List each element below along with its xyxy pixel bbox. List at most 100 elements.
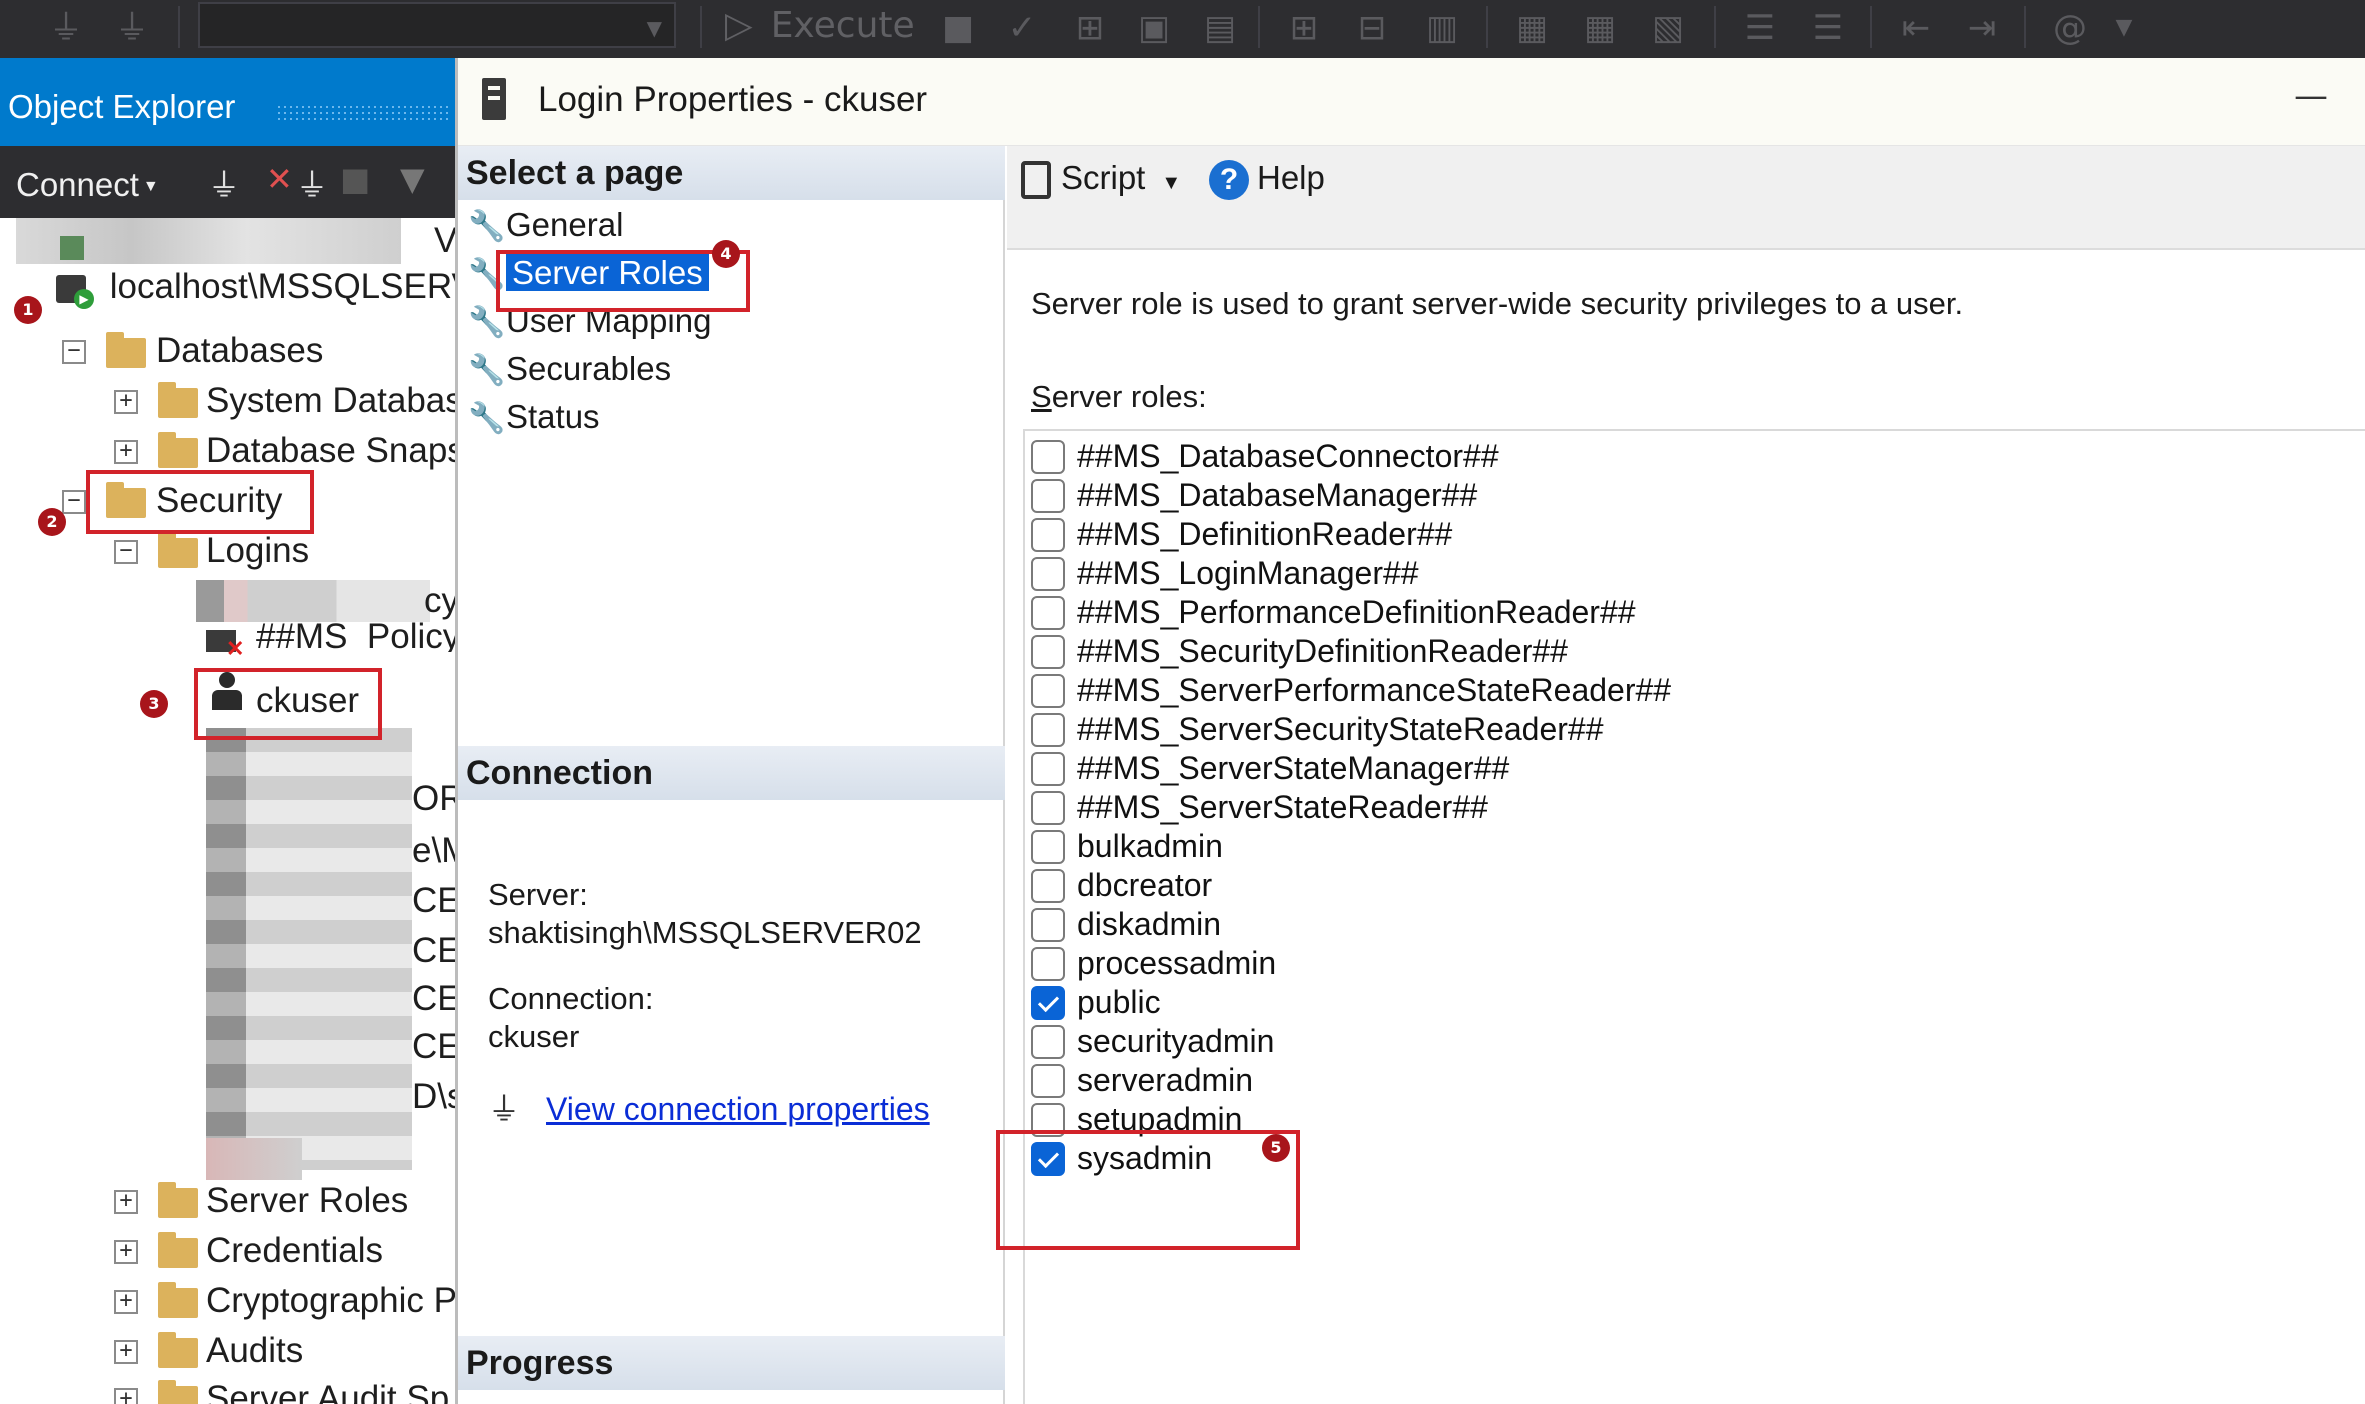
client-stats-icon[interactable]: ▥ [1420, 6, 1464, 50]
tree-node-database-snapshots[interactable]: Database Snaps [206, 428, 455, 474]
grid-icon[interactable]: ▦ [1578, 6, 1622, 50]
execute-button[interactable]: ▷ Execute [725, 4, 915, 48]
stop-icon[interactable]: ■ [936, 6, 980, 50]
folder-icon [158, 432, 198, 468]
annotation-badge: 2 [38, 508, 66, 536]
file-icon[interactable]: ▧ [1646, 6, 1690, 50]
login-policy[interactable]: ##MS_Policy [256, 622, 455, 652]
collapse-icon[interactable]: − [62, 490, 86, 514]
plug-icon[interactable]: ⏚ [44, 6, 88, 50]
tree-node-server[interactable]: ▶ localhost\MSSQLSERV [56, 264, 455, 310]
plug-icon[interactable]: ⏚ [296, 160, 328, 206]
obscured-node-suffix: V [434, 221, 455, 260]
connection-header: Connection [458, 746, 1005, 800]
template-params-icon[interactable]: @ [2048, 6, 2092, 50]
stats-icon[interactable]: ⊟ [1350, 6, 1394, 50]
annotation-box-security [86, 470, 314, 534]
indent-icon[interactable]: ⇥ [1960, 6, 2004, 50]
wrench-icon: 🔧 [468, 402, 506, 435]
collapse-icon[interactable]: − [114, 540, 138, 564]
role-checkbox[interactable] [1031, 869, 1065, 903]
expand-icon[interactable]: + [114, 1290, 138, 1314]
obscured-node [60, 236, 84, 260]
parse-check-icon[interactable]: ✓ [1000, 6, 1044, 50]
expand-icon[interactable]: + [114, 440, 138, 464]
expand-icon[interactable]: + [114, 1340, 138, 1364]
collapse-icon[interactable]: − [62, 340, 86, 364]
role-checkbox[interactable] [1031, 1064, 1065, 1098]
role-checkbox[interactable] [1031, 752, 1065, 786]
chevron-down-icon: ▼ [142, 178, 159, 196]
tree-node-credentials[interactable]: Credentials [206, 1228, 383, 1274]
role-label: ##MS_DatabaseConnector## [1077, 438, 1499, 474]
view-connection-properties[interactable]: ⏚ View connection properties [488, 1084, 930, 1130]
page-securables[interactable]: 🔧Securables [468, 346, 671, 392]
annotation-badge: 5 [1262, 1134, 1290, 1162]
results-grid-icon[interactable]: ▣ [1132, 6, 1176, 50]
role-checkbox[interactable] [1031, 674, 1065, 708]
database-combo[interactable]: ▼ [198, 2, 676, 48]
disconnect-icon[interactable]: ⏚ [110, 6, 154, 50]
stop-icon[interactable]: ■ [340, 160, 370, 198]
page-general[interactable]: 🔧General [468, 202, 623, 248]
role-checkbox[interactable] [1031, 947, 1065, 981]
toolbar-overflow-icon[interactable]: ▼ [2102, 6, 2146, 50]
role-label: ##MS_ServerSecurityStateReader## [1077, 711, 1604, 747]
plug-icon[interactable]: ⏚ [208, 160, 240, 206]
results-file-icon[interactable]: ▤ [1198, 6, 1242, 50]
disconnect-icon[interactable]: ✕ [266, 160, 293, 198]
role-label: serveradmin [1077, 1062, 1254, 1098]
results-text-icon[interactable]: ▦ [1510, 6, 1554, 50]
role-checkbox[interactable] [1031, 791, 1065, 825]
help-label: Help [1257, 159, 1325, 196]
expand-icon[interactable]: + [114, 1388, 138, 1404]
object-explorer-toolbar: Connect ▼ ⏚ ✕ ⏚ ■ ▼ [0, 146, 455, 218]
tree-node-cryptographic[interactable]: Cryptographic P [206, 1278, 455, 1324]
expand-icon[interactable]: + [114, 1240, 138, 1264]
role-label: ##MS_ServerPerformanceStateReader## [1077, 672, 1672, 708]
page-status[interactable]: 🔧Status [468, 394, 600, 440]
plan-icon[interactable]: ⊞ [1282, 6, 1326, 50]
connect-button[interactable]: Connect ▼ [16, 166, 159, 204]
toolbar-separator [1714, 6, 1716, 48]
expand-icon[interactable]: + [114, 1190, 138, 1214]
obscured-node [206, 728, 246, 1170]
script-button[interactable]: Script ▼ [1021, 154, 1181, 207]
tree-node-logins[interactable]: Logins [206, 528, 309, 574]
minimize-button[interactable]: — [2294, 76, 2328, 116]
role-checkbox[interactable] [1031, 557, 1065, 591]
role-checkbox[interactable] [1031, 908, 1065, 942]
comment-icon[interactable]: ☰ [1738, 6, 1782, 50]
role-label: ##MS_LoginManager## [1077, 555, 1419, 591]
query-options-icon[interactable]: ⊞ [1068, 6, 1112, 50]
role-checkbox[interactable] [1031, 830, 1065, 864]
outdent-icon[interactable]: ⇤ [1894, 6, 1938, 50]
role-checkbox[interactable] [1031, 635, 1065, 669]
tree-node-audits[interactable]: Audits [206, 1328, 303, 1374]
tree-node-server-audit[interactable]: Server Audit Sp [206, 1376, 449, 1404]
filter-icon[interactable]: ▼ [400, 160, 425, 198]
role-checkbox[interactable] [1031, 1025, 1065, 1059]
help-button[interactable]: ? Help [1209, 154, 1325, 202]
role-checkbox[interactable] [1031, 440, 1065, 474]
tree-node-databases[interactable]: Databases [156, 328, 323, 374]
annotation-badge: 4 [712, 240, 740, 268]
chevron-down-icon[interactable]: ▼ [1161, 172, 1181, 194]
role-checkbox[interactable] [1031, 518, 1065, 552]
running-icon: ▶ [74, 288, 94, 309]
role-checkbox[interactable] [1031, 479, 1065, 513]
dialog-title-bar: Login Properties - ckuser — [458, 58, 2365, 146]
script-label: Script [1061, 159, 1146, 196]
annotation-badge: 3 [140, 690, 168, 718]
role-checkbox[interactable] [1031, 986, 1065, 1020]
role-checkbox[interactable] [1031, 713, 1065, 747]
expand-icon[interactable]: + [114, 390, 138, 414]
tree-node-system-databases[interactable]: System Databas [206, 378, 455, 424]
role-checkbox[interactable] [1031, 596, 1065, 630]
view-connection-link[interactable]: View connection properties [546, 1091, 930, 1127]
chevron-down-icon: ▼ [646, 16, 662, 40]
login-partial[interactable]: cy [424, 578, 455, 624]
toolbar-separator [1486, 6, 1488, 48]
tree-node-server-roles[interactable]: Server Roles [206, 1178, 408, 1224]
uncomment-icon[interactable]: ☰ [1806, 6, 1850, 50]
